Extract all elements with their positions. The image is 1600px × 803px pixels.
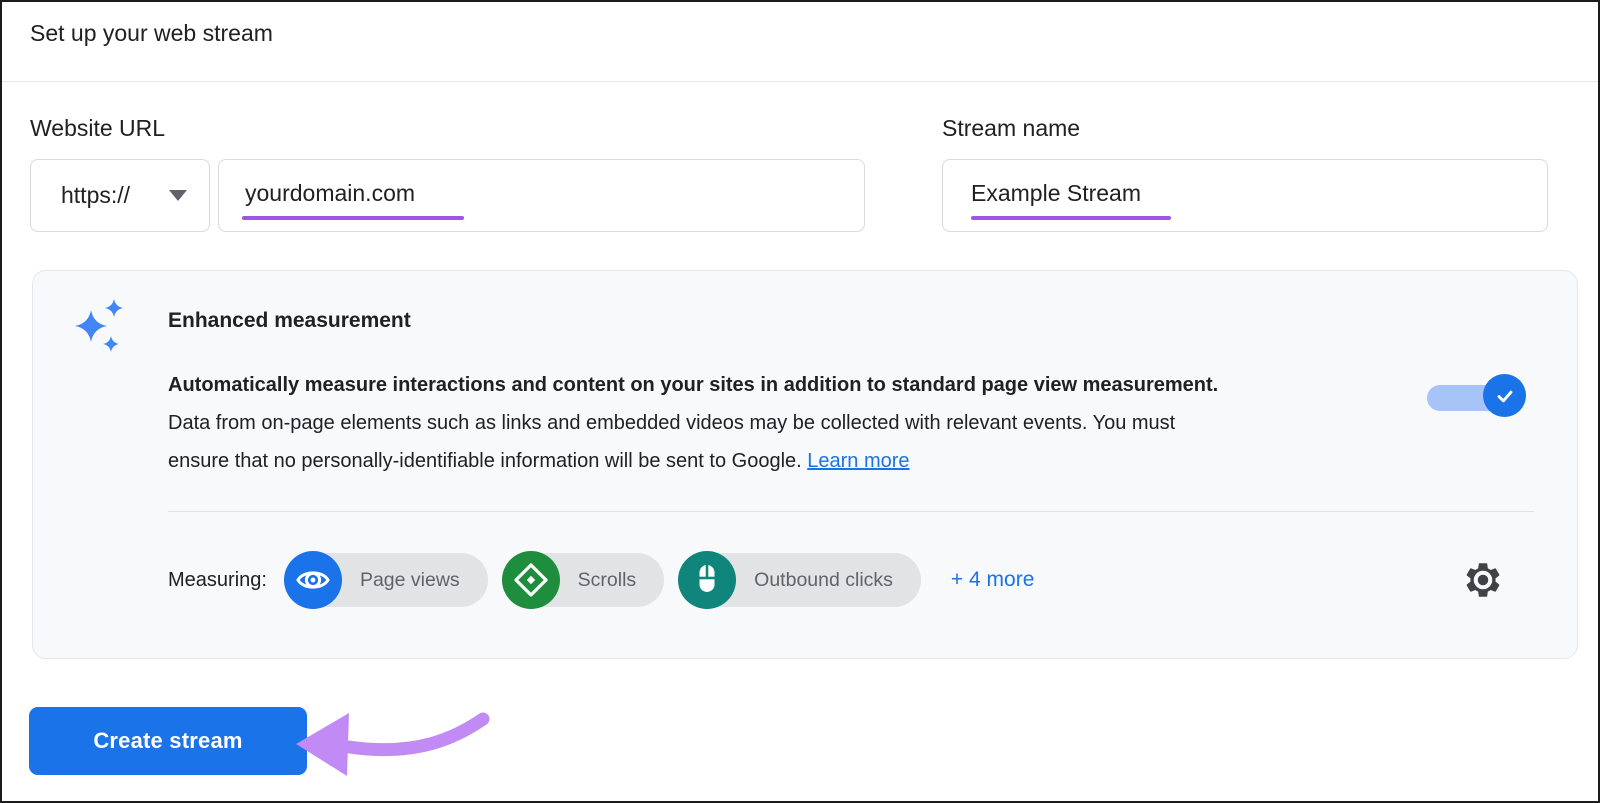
- chip-label: Scrolls: [577, 568, 637, 591]
- url-input-underline: [242, 216, 464, 220]
- more-events-link[interactable]: + 4 more: [951, 568, 1034, 592]
- eye-icon: [283, 551, 342, 609]
- toggle-thumb: [1483, 374, 1526, 417]
- page-title: Set up your web stream: [30, 20, 273, 46]
- measuring-label: Measuring:: [168, 568, 267, 591]
- create-stream-button-label: Create stream: [93, 728, 243, 753]
- checkmark-icon: [1497, 390, 1512, 402]
- sparkle-icon: [75, 299, 123, 352]
- enhanced-measurement-description: Automatically measure interactions and c…: [168, 366, 1218, 480]
- stream-name-label: Stream name: [942, 115, 1081, 141]
- annotation-arrow-icon: [296, 712, 490, 776]
- chip-outbound-clicks: Outbound clicks: [678, 551, 921, 609]
- chip-label: Outbound clicks: [754, 568, 893, 591]
- protocol-value: https://: [61, 182, 131, 208]
- website-url-value: yourdomain.com: [245, 180, 416, 206]
- mouse-icon: [678, 551, 737, 609]
- chip-scrolls: Scrolls: [501, 551, 665, 609]
- website-url-label: Website URL: [30, 115, 166, 141]
- description-line-3: ensure that no personally-identifiable i…: [168, 450, 910, 472]
- chevron-down-icon: [169, 190, 187, 201]
- chip-label: Page views: [359, 568, 460, 591]
- chip-page-views: Page views: [283, 551, 488, 609]
- gear-icon[interactable]: [1462, 559, 1504, 601]
- setup-web-stream-page: Set up your web stream Website URL https…: [0, 0, 1600, 803]
- create-stream-button[interactable]: Create stream: [29, 707, 307, 775]
- enhanced-measurement-card: Enhanced measurement Automatically measu…: [32, 270, 1578, 659]
- stream-input-underline: [971, 216, 1171, 220]
- protocol-select[interactable]: https://: [30, 159, 210, 232]
- learn-more-link[interactable]: Learn more: [807, 450, 909, 472]
- enhanced-measurement-toggle[interactable]: [1427, 373, 1527, 419]
- header-divider: [2, 81, 1598, 82]
- stream-name-input[interactable]: Example Stream: [942, 159, 1548, 232]
- website-url-input[interactable]: yourdomain.com: [218, 159, 865, 232]
- enhanced-measurement-title: Enhanced measurement: [168, 309, 411, 332]
- stream-name-value: Example Stream: [971, 180, 1142, 206]
- description-line-2: Data from on-page elements such as links…: [168, 412, 1176, 434]
- card-divider: [168, 511, 1534, 512]
- measuring-row: Measuring: Page views Scrolls Outbound c…: [168, 551, 1034, 609]
- scroll-icon: [501, 551, 560, 609]
- description-line-1: Automatically measure interactions and c…: [168, 374, 1219, 396]
